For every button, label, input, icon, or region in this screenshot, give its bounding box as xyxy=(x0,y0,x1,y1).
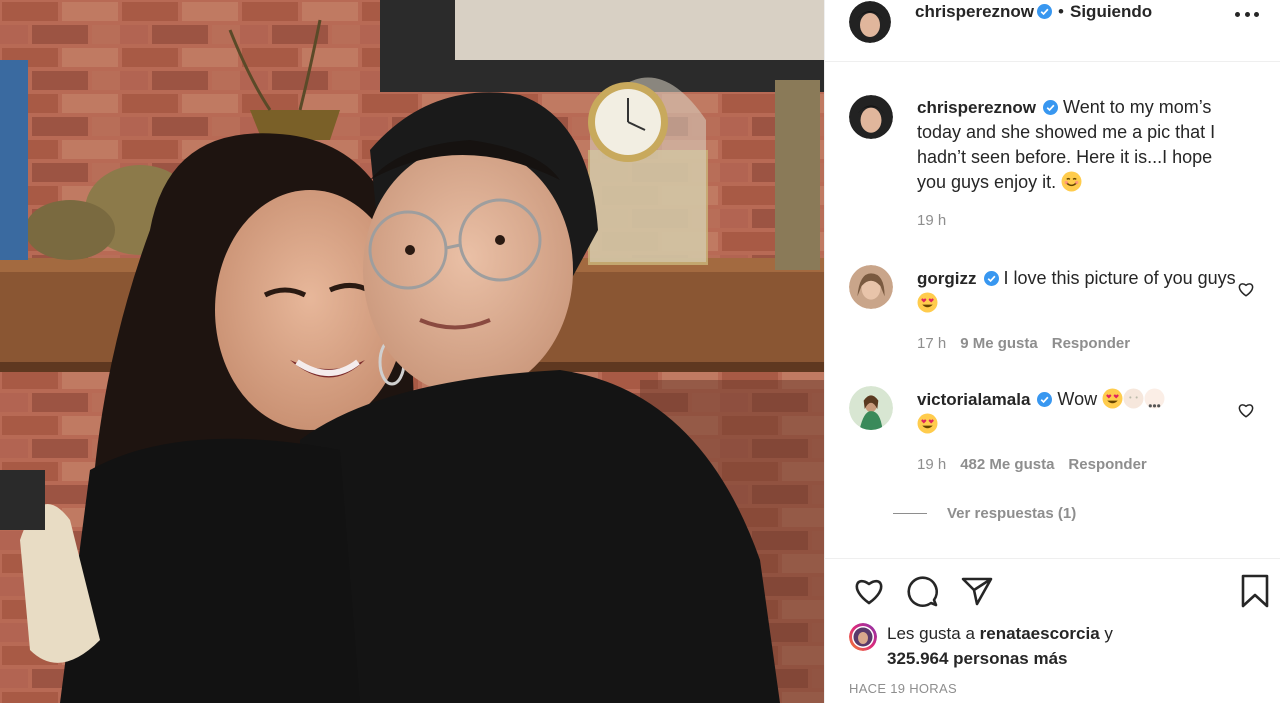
post-photo-image xyxy=(0,0,824,703)
verified-badge-icon xyxy=(1037,4,1053,19)
reply-button[interactable]: Responder xyxy=(1068,456,1146,473)
view-replies-button[interactable]: Ver respuestas (1) xyxy=(893,505,1076,522)
comment-icon[interactable] xyxy=(905,573,941,609)
comment-avatar[interactable] xyxy=(849,265,893,309)
more-options-icon[interactable] xyxy=(1235,4,1259,24)
face-emoji-icon xyxy=(1123,388,1144,409)
caption-time: 19 h xyxy=(917,212,947,229)
comment-body: Wow xyxy=(1057,389,1098,409)
caption: chrispereznow Went to my mom’s today and … xyxy=(849,95,1259,235)
heart-eyes-emoji-icon xyxy=(917,413,938,434)
likes-prefix: Les gusta a xyxy=(887,624,975,643)
comment-time: 17 h xyxy=(917,335,947,352)
post-viewer: chrispereznow • Siguiendo chrispereznow Wen… xyxy=(0,0,1280,703)
heart-eyes-emoji-icon xyxy=(917,292,938,313)
liker-username[interactable]: renataescorcia xyxy=(980,624,1100,643)
face-emoji-icon xyxy=(1144,388,1165,409)
header-username[interactable]: chrispereznow xyxy=(915,2,1034,21)
comment-item: gorgizz I love this picture of you guys 1… xyxy=(849,265,1259,365)
author-avatar[interactable] xyxy=(849,0,891,43)
post-timestamp[interactable]: HACE 19 HORAS xyxy=(849,681,957,696)
action-bar xyxy=(845,573,1269,609)
post-photo[interactable] xyxy=(0,0,824,703)
bookmark-icon[interactable] xyxy=(1237,573,1273,609)
comment-username[interactable]: victorialamala xyxy=(917,390,1030,409)
header-meta: chrispereznow • Siguiendo xyxy=(915,2,1152,22)
comment-likes[interactable]: 9 Me gusta xyxy=(960,335,1038,352)
header-separator: • xyxy=(1058,2,1064,21)
comment-body: I love this picture of you guys xyxy=(1003,268,1236,288)
verified-badge-icon xyxy=(1043,100,1059,115)
comment-time: 19 h xyxy=(917,456,947,473)
comment-text: gorgizz I love this picture of you guys xyxy=(917,266,1243,316)
post-header: chrispereznow • Siguiendo xyxy=(825,0,1280,62)
comment-meta: 19 h 482 Me gusta Responder xyxy=(917,456,1147,473)
post-actions-area: Les gusta a renataescorcia y 325.964 per… xyxy=(825,558,1280,703)
comment-item: victorialamala Wow 19 h 482 Me gusta Respon… xyxy=(849,386,1259,486)
replies-divider xyxy=(893,513,927,514)
likes-others[interactable]: 325.964 personas más xyxy=(887,646,1068,671)
comment-like-heart-icon[interactable] xyxy=(1237,401,1255,419)
view-replies-label: Ver respuestas (1) xyxy=(947,505,1077,522)
heart-icon[interactable] xyxy=(851,573,887,609)
comment-like-heart-icon[interactable] xyxy=(1237,280,1255,298)
comments-section: chrispereznow Went to my mom’s today and … xyxy=(825,63,1280,557)
comment-likes[interactable]: 482 Me gusta xyxy=(960,456,1054,473)
likes-line-1: Les gusta a renataescorcia y xyxy=(887,621,1113,646)
smiling-face-emoji-icon xyxy=(1061,171,1082,192)
caption-avatar[interactable] xyxy=(849,95,893,139)
following-button[interactable]: Siguiendo xyxy=(1070,2,1152,21)
heart-eyes-emoji-icon xyxy=(1102,388,1123,409)
comment-avatar[interactable] xyxy=(849,386,893,430)
liker-avatar[interactable] xyxy=(849,623,877,651)
comment-username[interactable]: gorgizz xyxy=(917,269,977,288)
caption-text: chrispereznow Went to my mom’s today and … xyxy=(917,95,1243,195)
share-icon[interactable] xyxy=(959,573,995,609)
likes-conj: y xyxy=(1104,624,1113,643)
verified-badge-icon xyxy=(1037,392,1053,407)
post-side-panel: chrispereznow • Siguiendo chrispereznow Wen… xyxy=(824,0,1280,703)
comment-text: victorialamala Wow xyxy=(917,387,1243,437)
verified-badge-icon xyxy=(983,271,999,286)
comment-meta: 17 h 9 Me gusta Responder xyxy=(917,335,1130,352)
caption-username[interactable]: chrispereznow xyxy=(917,98,1036,117)
reply-button[interactable]: Responder xyxy=(1052,335,1130,352)
